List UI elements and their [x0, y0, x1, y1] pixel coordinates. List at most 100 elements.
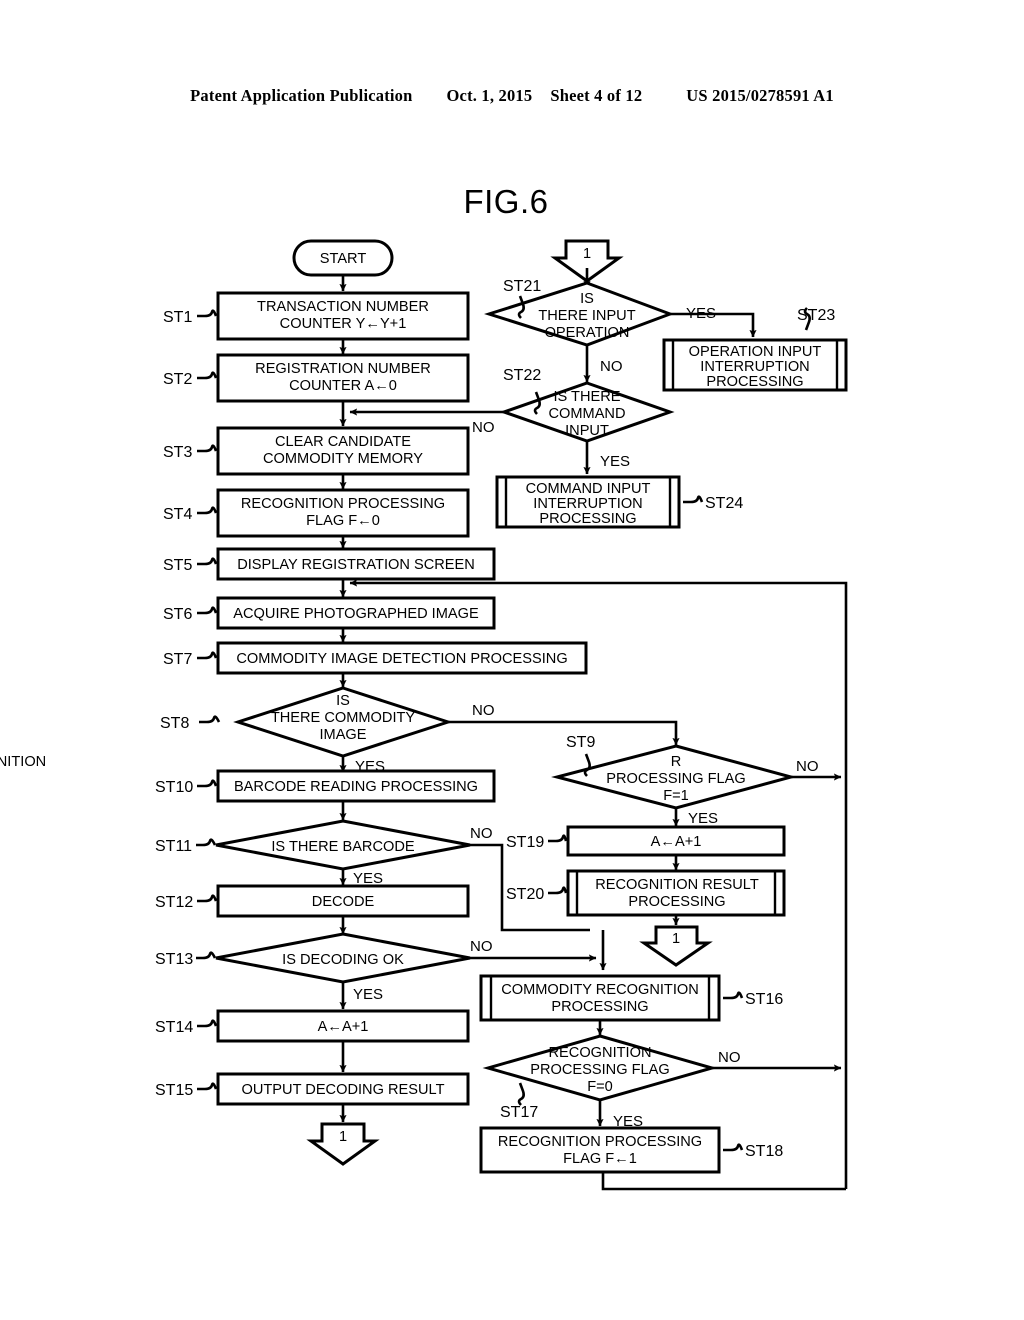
step-label-st9: ST9 — [566, 734, 595, 751]
node-st11-label: IS THERE BARCODE — [271, 839, 415, 855]
leader-st7 — [197, 651, 218, 660]
node-st23-line2: INTERRUPTION — [700, 359, 809, 375]
leader-st3 — [197, 444, 218, 453]
node-st10-label: BARCODE READING PROCESSING — [234, 779, 478, 795]
flowchart-svg: FIG.6 START TRANSACTION NUMBER COUNTER Y… — [0, 183, 848, 1191]
node-st3-line1: CLEAR CANDIDATE — [275, 434, 411, 450]
leader-st18 — [723, 1143, 744, 1152]
edge-label-st22-no: NO — [472, 419, 495, 436]
step-label-st18: ST18 — [745, 1143, 783, 1160]
node-st16-line1: COMMODITY RECOGNITION — [501, 982, 699, 998]
node-st24-line1: COMMAND INPUT — [526, 481, 651, 497]
step-label-st4: ST4 — [163, 506, 192, 523]
node-st8-line3: IMAGE — [319, 727, 366, 743]
step-label-st5: ST5 — [163, 557, 192, 574]
step-label-st17: ST17 — [500, 1104, 538, 1121]
connector-1-above-st21-label: 1 — [583, 246, 591, 262]
edge-label-st17-no: NO — [718, 1049, 741, 1066]
step-label-st19: ST19 — [506, 834, 544, 851]
connector-1-below-st20-label: 1 — [672, 931, 680, 947]
node-st1-line2: COUNTER Y←Y+1 — [280, 316, 407, 332]
leader-st15 — [197, 1082, 218, 1091]
leader-st17 — [517, 1082, 525, 1106]
node-st24-line3: PROCESSING — [539, 511, 636, 527]
edge-st18-to-bus — [601, 1172, 846, 1191]
edge-label-st21-no: NO — [600, 358, 623, 375]
node-st2-line2: COUNTER A←0 — [289, 378, 397, 394]
step-label-st24: ST24 — [705, 495, 743, 512]
node-st5-label: DISPLAY REGISTRATION SCREEN — [237, 557, 475, 573]
patent-figure-page: Patent Application Publication Oct. 1, 2… — [0, 0, 1024, 1320]
node-st19-label: A←A+1 — [651, 834, 702, 850]
leader-st12 — [197, 894, 218, 903]
node-st22-line3: INPUT — [565, 423, 609, 439]
step-label-st6: ST6 — [163, 606, 192, 623]
node-st6-label: ACQUIRE PHOTOGRAPHED IMAGE — [233, 606, 479, 622]
node-st18-line1: RECOGNITION PROCESSING — [498, 1134, 702, 1150]
leader-st11 — [196, 838, 217, 847]
step-label-st16: ST16 — [745, 991, 783, 1008]
node-st23-line1: OPERATION INPUT — [689, 344, 822, 360]
node-st8-line2: THERE COMMODITY — [271, 710, 416, 726]
node-st4-line1: RECOGNITION PROCESSING — [241, 496, 445, 512]
node-st21-line3: OPERATION — [545, 325, 630, 341]
node-st13-label: IS DECODING OK — [282, 952, 404, 968]
step-label-st2: ST2 — [163, 371, 192, 388]
edge-label-st11-yes: YES — [353, 870, 383, 887]
node-st23-line3: PROCESSING — [706, 374, 803, 390]
node-st4-line2: FLAG F←0 — [306, 513, 380, 529]
step-label-st22: ST22 — [503, 367, 541, 384]
leader-st2 — [197, 371, 218, 380]
node-st24-line2: INTERRUPTION — [533, 496, 642, 512]
leader-st13 — [196, 951, 217, 960]
leader-st5 — [197, 557, 218, 566]
edge-label-st11-no: NO — [470, 825, 493, 842]
start-label: START — [320, 251, 367, 267]
node-st18-line2: FLAG F←1 — [563, 1151, 637, 1167]
edge-label-st22-yes: YES — [600, 453, 630, 470]
step-label-st14: ST14 — [155, 1019, 193, 1036]
node-st8-line1: IS — [336, 693, 350, 709]
leader-st1 — [197, 309, 218, 318]
leader-st6 — [197, 606, 218, 615]
edge-label-st13-yes: YES — [353, 986, 383, 1003]
node-st17-line2: PROCESSING FLAG — [530, 1062, 669, 1078]
step-label-st10: ST10 — [155, 779, 193, 796]
node-st14-label: A←A+1 — [318, 1019, 369, 1035]
node-st9-line3: F=1 — [663, 788, 689, 804]
edge-label-st9-no: NO — [796, 758, 819, 775]
edge-st8-no-to-st9 — [448, 720, 680, 746]
node-st17-line1: RECOGNITION — [549, 1045, 652, 1061]
node-st9-line2: PROCESSING FLAG — [606, 771, 745, 787]
step-label-st23: ST23 — [797, 307, 835, 324]
step-label-st21: ST21 — [503, 278, 541, 295]
step-label-st13: ST13 — [155, 951, 193, 968]
node-st22-line1: IS THERE — [553, 389, 620, 405]
leader-st8 — [199, 715, 221, 724]
leader-st4 — [197, 506, 218, 515]
edge-label-st13-no: NO — [470, 938, 493, 955]
edge-label-st9-yes: YES — [688, 810, 718, 827]
node-st22-line2: COMMAND — [548, 406, 625, 422]
node-st12-label: DECODE — [312, 894, 375, 910]
leader-st14 — [197, 1019, 218, 1028]
step-label-st8: ST8 — [160, 715, 189, 732]
leader-st19 — [548, 834, 568, 843]
node-st21-line1: IS — [580, 291, 594, 307]
node-st21-line2: THERE INPUT — [538, 308, 635, 324]
node-st3-line2: COMMODITY MEMORY — [263, 451, 423, 467]
node-st20-line1: RECOGNITION RESULT — [595, 877, 759, 893]
node-st16-line2: PROCESSING — [551, 999, 648, 1015]
node-st2-line1: REGISTRATION NUMBER — [255, 361, 431, 377]
node-st15-label: OUTPUT DECODING RESULT — [242, 1082, 445, 1098]
leader-st24 — [683, 495, 704, 504]
connector-1-below-st15-label: 1 — [339, 1129, 347, 1145]
figure-title: FIG.6 — [463, 183, 548, 220]
step-label-st20: ST20 — [506, 886, 544, 903]
leader-st10 — [197, 779, 218, 788]
node-st17-line3: F=0 — [587, 1079, 613, 1095]
node-st7-label: COMMODITY IMAGE DETECTION PROCESSING — [236, 651, 567, 667]
step-label-st12: ST12 — [155, 894, 193, 911]
step-label-st1: ST1 — [163, 309, 192, 326]
step-label-st3: ST3 — [163, 444, 192, 461]
